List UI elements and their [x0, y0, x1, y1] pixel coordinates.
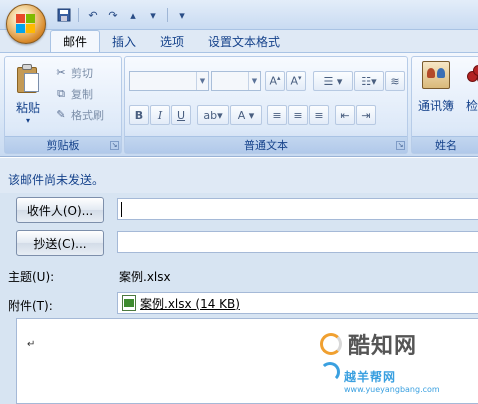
styles-button[interactable]: ≋: [385, 71, 405, 91]
decrease-indent-button[interactable]: ⇤: [335, 105, 355, 125]
underline-icon: U: [176, 108, 186, 122]
font-color-button[interactable]: A ▾: [230, 105, 262, 125]
numbering-button[interactable]: ☷▾: [354, 71, 384, 91]
names-group: 通讯簿 检查 姓名: [411, 56, 478, 154]
bold-icon: B: [134, 108, 144, 122]
format-painter-button[interactable]: ✎ 格式刷: [55, 105, 104, 124]
align-right-icon: ≡: [314, 108, 324, 122]
address-book-button[interactable]: 通讯簿: [416, 61, 456, 114]
cut-button[interactable]: ✂ 剪切: [55, 63, 104, 82]
basic-text-group-label: 普通文本: [125, 136, 407, 153]
format-painter-label: 格式刷: [71, 108, 104, 122]
grow-font-button[interactable]: A▴: [265, 71, 285, 91]
increase-indent-button[interactable]: ⇥: [356, 105, 376, 125]
numbered-list-icon: ☷▾: [361, 74, 377, 88]
wifi-icon: [320, 362, 340, 382]
shrink-font-icon: A▾: [290, 74, 302, 88]
italic-button[interactable]: I: [150, 105, 170, 125]
check-names-button[interactable]: 检查: [458, 61, 478, 114]
increase-indent-icon: ⇥: [361, 108, 371, 122]
clipboard-group-label: 剪贴板: [5, 136, 121, 153]
paintbrush-icon: ✎: [56, 108, 66, 121]
down-arrow-icon[interactable]: ▾: [145, 7, 161, 23]
save-icon[interactable]: [56, 7, 72, 23]
to-button[interactable]: 收件人(O)...: [16, 197, 104, 223]
chevron-down-icon: ▾: [25, 116, 30, 125]
subject-field[interactable]: 案例.xlsx: [117, 264, 478, 286]
tab-options[interactable]: 选项: [148, 30, 196, 52]
shrink-font-button[interactable]: A▾: [286, 71, 306, 91]
names-group-label: 姓名: [412, 136, 478, 153]
to-field[interactable]: [117, 198, 478, 220]
bold-button[interactable]: B: [129, 105, 149, 125]
watermark-brand-2: 越羊帮网: [344, 370, 397, 384]
undo-icon[interactable]: ↶: [85, 7, 101, 23]
highlight-icon: ab▾: [203, 108, 223, 122]
cc-field[interactable]: [117, 231, 478, 253]
paste-button[interactable]: 粘贴 ▾: [11, 61, 45, 133]
bullet-list-icon: ☰ ▾: [323, 74, 343, 88]
highlight-button[interactable]: ab▾: [197, 105, 229, 125]
address-book-label: 通讯簿: [417, 99, 454, 113]
copy-label: 复制: [71, 87, 93, 101]
paste-label: 粘贴: [15, 101, 40, 115]
underline-button[interactable]: U: [171, 105, 191, 125]
align-left-icon: ≡: [272, 108, 282, 122]
align-left-button[interactable]: ≡: [267, 105, 287, 125]
watermark: 酷知网 越羊帮网 www.yueyangbang.com: [320, 322, 470, 402]
up-arrow-icon[interactable]: ▴: [125, 7, 141, 23]
subject-label: 主题(U):: [8, 270, 55, 284]
italic-icon: I: [157, 108, 163, 122]
check-names-label: 检查: [465, 99, 478, 113]
ribbon-tabs: 邮件 插入 选项 设置文本格式: [50, 30, 292, 52]
watermark-url: www.yueyangbang.com: [344, 385, 440, 394]
align-center-button[interactable]: ≡: [288, 105, 308, 125]
watermark-logo-icon: [320, 333, 342, 355]
font-name-combo[interactable]: ▼: [129, 71, 209, 91]
cc-button[interactable]: 抄送(C)...: [16, 230, 104, 256]
attach-label: 附件(T):: [8, 299, 53, 313]
attachment-field[interactable]: 案例.xlsx (14 KB): [117, 292, 478, 314]
clipboard-icon: [15, 63, 41, 95]
text-caret: [121, 202, 122, 217]
attachment-link[interactable]: 案例.xlsx (14 KB): [140, 295, 240, 312]
font-color-icon: A ▾: [237, 108, 255, 122]
copy-button[interactable]: ⧉ 复制: [55, 84, 104, 103]
check-names-icon: [465, 61, 478, 89]
dialog-launcher-icon[interactable]: ↘: [110, 141, 119, 150]
tab-message[interactable]: 邮件: [50, 30, 101, 52]
scissors-icon: ✂: [56, 66, 66, 79]
styles-icon: ≋: [390, 74, 400, 88]
chevron-down-icon: ▼: [248, 72, 260, 90]
cut-label: 剪切: [71, 66, 93, 80]
bullets-button[interactable]: ☰ ▾: [313, 71, 353, 91]
quick-access-toolbar: ↶ ↷ ▴ ▾ ▾: [56, 5, 190, 25]
basic-text-group: ▼ ▼ A▴ A▾ ☰ ▾ ☷▾ ≋ B I U ab▾ A ▾ ≡ ≡ ≡ ⇤…: [124, 56, 408, 154]
subject-value: 案例.xlsx: [119, 270, 171, 284]
qat-separator: [167, 8, 168, 22]
not-sent-notice: 该邮件尚未发送。: [8, 173, 105, 187]
watermark-brand: 酷知网: [348, 334, 418, 359]
office-logo-icon: [16, 14, 36, 34]
tab-format-text[interactable]: 设置文本格式: [196, 30, 292, 52]
address-book-icon: [422, 61, 450, 89]
excel-file-icon: [122, 295, 136, 311]
copy-icon: ⧉: [57, 86, 65, 100]
font-size-combo[interactable]: ▼: [211, 71, 261, 91]
dialog-launcher-icon[interactable]: ↘: [396, 141, 405, 150]
office-button[interactable]: [6, 4, 46, 44]
redo-icon[interactable]: ↷: [105, 7, 121, 23]
clipboard-group: 粘贴 ▾ ✂ 剪切 ⧉ 复制 ✎ 格式刷 剪贴板 ↘: [4, 56, 122, 154]
paragraph-mark-icon: ↵: [27, 339, 36, 350]
tab-insert[interactable]: 插入: [100, 30, 148, 52]
chevron-down-icon: ▼: [196, 72, 208, 90]
qat-separator: [78, 8, 79, 22]
decrease-indent-icon: ⇤: [340, 108, 350, 122]
grow-font-icon: A▴: [269, 74, 281, 88]
align-center-icon: ≡: [293, 108, 303, 122]
ribbon: 粘贴 ▾ ✂ 剪切 ⧉ 复制 ✎ 格式刷 剪贴板 ↘ ▼ ▼ A▴ A▾ ☰ ▾…: [0, 52, 478, 157]
align-right-button[interactable]: ≡: [309, 105, 329, 125]
customize-qat-icon[interactable]: ▾: [174, 7, 190, 23]
